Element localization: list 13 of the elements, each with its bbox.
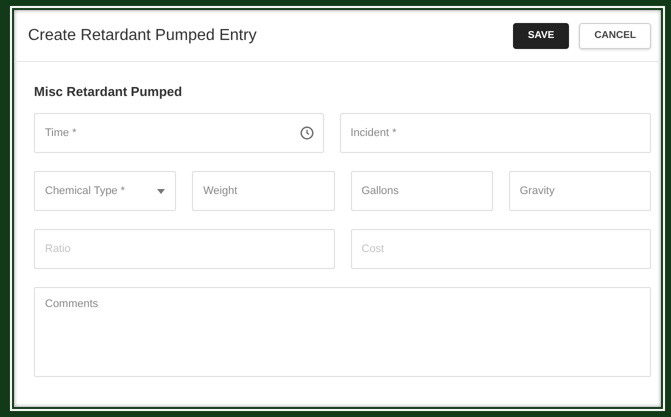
input-field[interactable]: Gravity	[508, 171, 651, 211]
input-field[interactable]: Gallons	[350, 171, 493, 211]
select-field[interactable]: Chemical Type *	[34, 171, 176, 211]
dialog-title: Create Retardant Pumped Entry	[28, 26, 257, 44]
caret-icon	[157, 188, 166, 194]
section-title: Misc Retardant Pumped	[34, 84, 184, 99]
clock-icon[interactable]	[300, 126, 314, 140]
cancel-button[interactable]: CANCEL	[579, 22, 651, 48]
input-field[interactable]: Incident *	[340, 113, 651, 153]
time-field[interactable]: Time *	[34, 113, 324, 153]
save-button[interactable]: SAVE	[512, 22, 570, 48]
comments-field[interactable]: Comments	[34, 287, 651, 377]
input-field[interactable]: Weight	[192, 171, 334, 211]
